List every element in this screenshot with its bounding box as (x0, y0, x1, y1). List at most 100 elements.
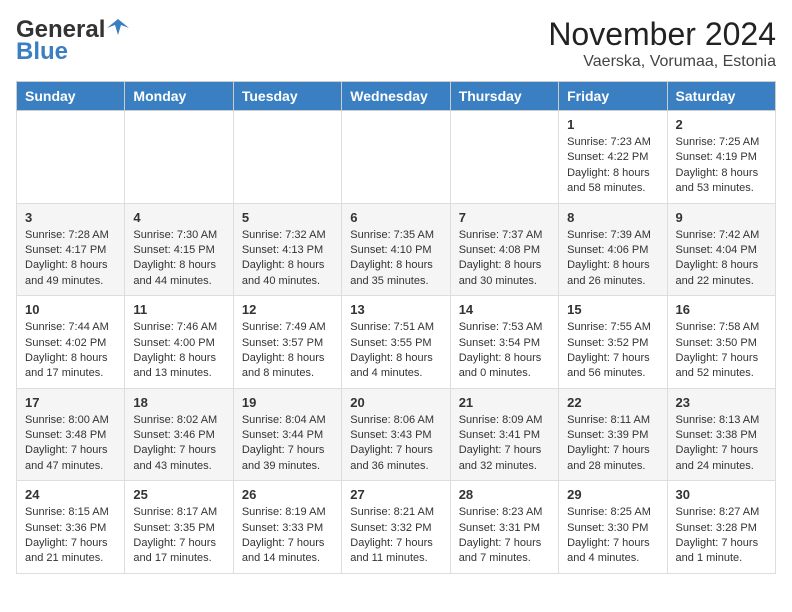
day-number: 9 (676, 210, 767, 225)
day-number: 22 (567, 395, 658, 410)
calendar-cell: 26Sunrise: 8:19 AMSunset: 3:33 PMDayligh… (233, 481, 341, 574)
day-info: Sunrise: 8:13 AMSunset: 3:38 PMDaylight:… (676, 413, 767, 475)
day-info: Sunrise: 7:53 AMSunset: 3:54 PMDaylight:… (459, 320, 550, 382)
day-info: Sunrise: 7:42 AMSunset: 4:04 PMDaylight:… (676, 228, 767, 290)
day-number: 16 (676, 302, 767, 317)
day-info: Sunrise: 7:30 AMSunset: 4:15 PMDaylight:… (133, 228, 224, 290)
day-number: 27 (350, 487, 441, 502)
calendar-cell: 20 Sunrise: 8:06 AMSunset: 3:43 PMDayligh… (342, 388, 450, 481)
calendar-cell: 8 Sunrise: 7:39 AMSunset: 4:06 PMDaylight… (559, 203, 667, 296)
day-number: 15 (567, 302, 658, 317)
week-row-2: 3 Sunrise: 7:28 AMSunset: 4:17 PMDaylight… (17, 203, 776, 296)
calendar-cell: 18Sunrise: 8:02 AMSunset: 3:46 PMDayligh… (125, 388, 233, 481)
calendar-table: Sunday Monday Tuesday Wednesday Thursday… (16, 81, 776, 574)
day-number: 12 (242, 302, 333, 317)
calendar-cell (17, 111, 125, 204)
week-row-3: 10 Sunrise: 7:44 AMSunset: 4:02 PMDayligh… (17, 296, 776, 389)
day-number: 21 (459, 395, 550, 410)
day-info: Sunrise: 8:25 AMSunset: 3:30 PMDaylight:… (567, 505, 658, 567)
logo: General Blue (16, 16, 129, 66)
calendar-cell: 22 Sunrise: 8:11 AMSunset: 3:39 PMDayligh… (559, 388, 667, 481)
day-info: Sunrise: 7:39 AMSunset: 4:06 PMDaylight:… (567, 228, 658, 290)
calendar-cell: 12Sunrise: 7:49 AMSunset: 3:57 PMDayligh… (233, 296, 341, 389)
title-area: November 2024 Vaerska, Vorumaa, Estonia (548, 16, 776, 71)
day-number: 10 (25, 302, 116, 317)
header-thursday: Thursday (450, 82, 558, 111)
day-info: Sunrise: 7:28 AMSunset: 4:17 PMDaylight:… (25, 228, 116, 290)
calendar-cell: 11 Sunrise: 7:46 AMSunset: 4:00 PMDayligh… (125, 296, 233, 389)
day-number: 1 (567, 117, 658, 132)
day-info: Sunrise: 8:17 AMSunset: 3:35 PMDaylight:… (133, 505, 224, 567)
calendar-cell: 23 Sunrise: 8:13 AMSunset: 3:38 PMDayligh… (667, 388, 775, 481)
calendar-cell: 30 Sunrise: 8:27 AMSunset: 3:28 PMDayligh… (667, 481, 775, 574)
day-number: 7 (459, 210, 550, 225)
calendar-cell: 28Sunrise: 8:23 AMSunset: 3:31 PMDayligh… (450, 481, 558, 574)
calendar-cell (450, 111, 558, 204)
location-subtitle: Vaerska, Vorumaa, Estonia (548, 53, 776, 71)
day-number: 20 (350, 395, 441, 410)
day-info: Sunrise: 7:51 AMSunset: 3:55 PMDaylight:… (350, 320, 441, 382)
day-number: 24 (25, 487, 116, 502)
header-friday: Friday (559, 82, 667, 111)
calendar-cell: 5 Sunrise: 7:32 AMSunset: 4:13 PMDaylight… (233, 203, 341, 296)
calendar-cell: 6Sunrise: 7:35 AMSunset: 4:10 PMDaylight… (342, 203, 450, 296)
day-info: Sunrise: 8:11 AMSunset: 3:39 PMDaylight:… (567, 413, 658, 475)
calendar-cell: 4 Sunrise: 7:30 AMSunset: 4:15 PMDaylight… (125, 203, 233, 296)
day-number: 25 (133, 487, 224, 502)
day-number: 8 (567, 210, 658, 225)
week-row-5: 24 Sunrise: 8:15 AMSunset: 3:36 PMDayligh… (17, 481, 776, 574)
calendar-cell: 24 Sunrise: 8:15 AMSunset: 3:36 PMDayligh… (17, 481, 125, 574)
calendar-cell: 19 Sunrise: 8:04 AMSunset: 3:44 PMDayligh… (233, 388, 341, 481)
day-number: 2 (676, 117, 767, 132)
day-info: Sunrise: 7:37 AMSunset: 4:08 PMDaylight:… (459, 228, 550, 290)
day-info: Sunrise: 7:32 AMSunset: 4:13 PMDaylight:… (242, 228, 333, 290)
calendar-cell: 15 Sunrise: 7:55 AMSunset: 3:52 PMDayligh… (559, 296, 667, 389)
day-number: 19 (242, 395, 333, 410)
calendar-cell: 7 Sunrise: 7:37 AMSunset: 4:08 PMDaylight… (450, 203, 558, 296)
calendar-cell: 25 Sunrise: 8:17 AMSunset: 3:35 PMDayligh… (125, 481, 233, 574)
day-info: Sunrise: 8:15 AMSunset: 3:36 PMDaylight:… (25, 505, 116, 567)
calendar-cell: 17 Sunrise: 8:00 AMSunset: 3:48 PMDayligh… (17, 388, 125, 481)
week-row-1: 1 Sunrise: 7:23 AMSunset: 4:22 PMDaylight… (17, 111, 776, 204)
day-number: 23 (676, 395, 767, 410)
day-number: 11 (133, 302, 224, 317)
calendar-cell: 14 Sunrise: 7:53 AMSunset: 3:54 PMDayligh… (450, 296, 558, 389)
header-tuesday: Tuesday (233, 82, 341, 111)
logo-blue: Blue (16, 38, 68, 66)
day-number: 4 (133, 210, 224, 225)
day-info: Sunrise: 7:46 AMSunset: 4:00 PMDaylight:… (133, 320, 224, 382)
day-number: 17 (25, 395, 116, 410)
header: General Blue November 2024 Vaerska, Voru… (16, 16, 776, 71)
day-info: Sunrise: 7:58 AMSunset: 3:50 PMDaylight:… (676, 320, 767, 382)
day-info: Sunrise: 7:35 AMSunset: 4:10 PMDaylight:… (350, 228, 441, 290)
day-number: 30 (676, 487, 767, 502)
day-info: Sunrise: 8:00 AMSunset: 3:48 PMDaylight:… (25, 413, 116, 475)
calendar-cell: 13 Sunrise: 7:51 AMSunset: 3:55 PMDayligh… (342, 296, 450, 389)
day-number: 3 (25, 210, 116, 225)
calendar-cell: 29 Sunrise: 8:25 AMSunset: 3:30 PMDayligh… (559, 481, 667, 574)
header-saturday: Saturday (667, 82, 775, 111)
calendar-cell: 1 Sunrise: 7:23 AMSunset: 4:22 PMDaylight… (559, 111, 667, 204)
day-number: 5 (242, 210, 333, 225)
day-number: 29 (567, 487, 658, 502)
day-number: 13 (350, 302, 441, 317)
calendar-cell (342, 111, 450, 204)
day-number: 18 (133, 395, 224, 410)
day-info: Sunrise: 8:09 AMSunset: 3:41 PMDaylight:… (459, 413, 550, 475)
day-info: Sunrise: 7:25 AMSunset: 4:19 PMDaylight:… (676, 135, 767, 197)
day-info: Sunrise: 7:55 AMSunset: 3:52 PMDaylight:… (567, 320, 658, 382)
calendar-cell (233, 111, 341, 204)
calendar-cell: 10 Sunrise: 7:44 AMSunset: 4:02 PMDayligh… (17, 296, 125, 389)
day-info: Sunrise: 7:44 AMSunset: 4:02 PMDaylight:… (25, 320, 116, 382)
day-info: Sunrise: 8:06 AMSunset: 3:43 PMDaylight:… (350, 413, 441, 475)
week-row-4: 17 Sunrise: 8:00 AMSunset: 3:48 PMDayligh… (17, 388, 776, 481)
month-year-title: November 2024 (548, 16, 776, 53)
day-info: Sunrise: 8:23 AMSunset: 3:31 PMDaylight:… (459, 505, 550, 567)
day-info: Sunrise: 7:23 AMSunset: 4:22 PMDaylight:… (567, 135, 658, 197)
day-info: Sunrise: 8:04 AMSunset: 3:44 PMDaylight:… (242, 413, 333, 475)
day-number: 26 (242, 487, 333, 502)
calendar-cell: 3 Sunrise: 7:28 AMSunset: 4:17 PMDaylight… (17, 203, 125, 296)
day-number: 14 (459, 302, 550, 317)
calendar-cell: 2 Sunrise: 7:25 AMSunset: 4:19 PMDaylight… (667, 111, 775, 204)
day-info: Sunrise: 8:27 AMSunset: 3:28 PMDaylight:… (676, 505, 767, 567)
